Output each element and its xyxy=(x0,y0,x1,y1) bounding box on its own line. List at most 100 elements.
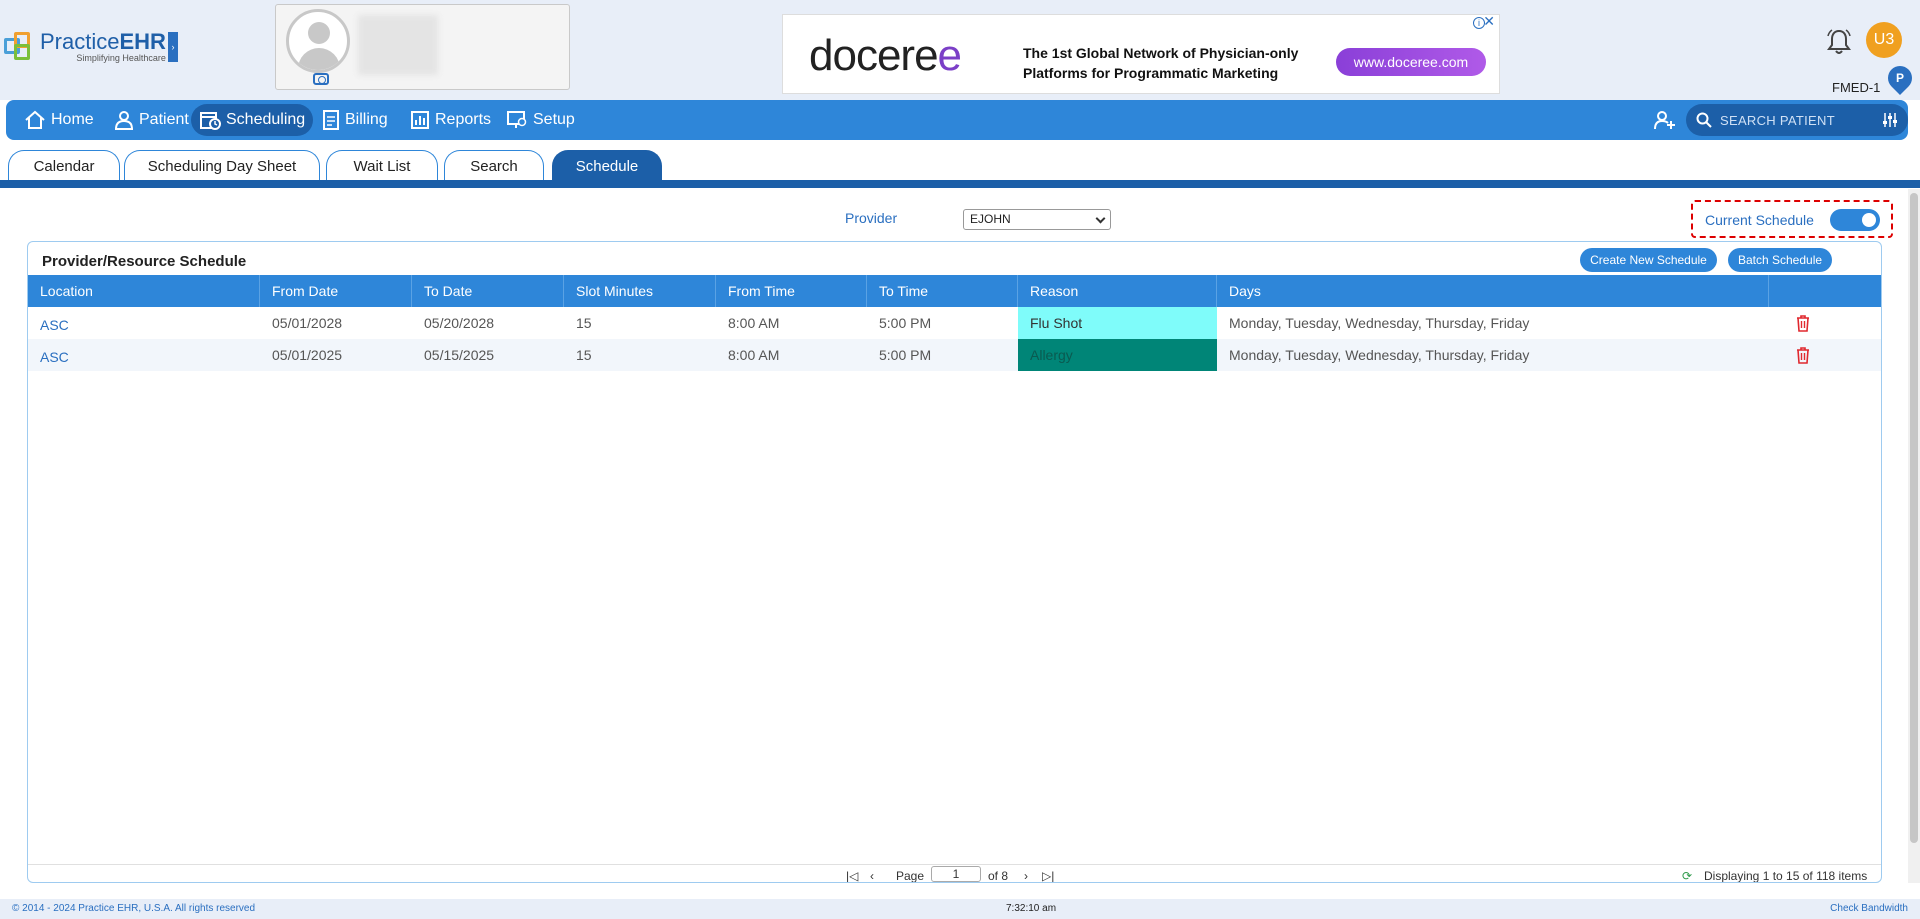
practice-ehr-logo[interactable]: PracticeEHR Simplifying Healthcare › xyxy=(4,30,178,64)
nav-setup[interactable]: Setup xyxy=(498,104,583,136)
facility-label[interactable]: FMED-1 xyxy=(1832,80,1880,95)
cell-from-time: 8:00 AM xyxy=(728,315,780,331)
column-header-slot-minutes[interactable]: Slot Minutes xyxy=(564,275,716,307)
tab-calendar[interactable]: Calendar xyxy=(8,150,120,181)
logo-tagline: Simplifying Healthcare xyxy=(76,53,166,63)
bar-chart-icon xyxy=(411,111,429,129)
delete-trash-icon[interactable] xyxy=(1796,347,1810,364)
document-icon xyxy=(323,110,339,130)
provider-label: Provider xyxy=(845,210,898,226)
app-header: PracticeEHR Simplifying Healthcare › doc… xyxy=(0,0,1920,100)
ad-link-button[interactable]: www.doceree.com xyxy=(1336,48,1486,76)
grid-header: Location From Date To Date Slot Minutes … xyxy=(28,275,1881,307)
cell-to-date: 05/15/2025 xyxy=(424,347,495,363)
nav-billing[interactable]: Billing xyxy=(314,104,396,136)
nav-setup-label: Setup xyxy=(533,111,575,128)
user-icon xyxy=(114,111,134,130)
main-navbar: Home Patient Scheduling Billing Reports … xyxy=(6,100,1908,140)
advertisement-banner[interactable]: doceree The 1st Global Network of Physic… xyxy=(782,13,1500,94)
cell-slot-minutes: 15 xyxy=(576,315,592,331)
nav-home-label: Home xyxy=(51,111,94,128)
nav-scheduling-label: Scheduling xyxy=(226,111,306,128)
logo-expand-icon[interactable]: › xyxy=(167,32,178,62)
pager-page-input[interactable]: 1 xyxy=(931,866,981,882)
footer-time: 7:32:10 am xyxy=(1006,903,1057,914)
pager-first-icon[interactable]: |◁ xyxy=(846,869,858,882)
cell-days: Monday, Tuesday, Wednesday, Thursday, Fr… xyxy=(1229,315,1530,331)
page-scrollbar[interactable] xyxy=(1908,189,1920,883)
check-bandwidth-link[interactable]: Check Bandwidth xyxy=(1830,899,1908,919)
ad-close-icon[interactable]: ✕ xyxy=(1483,13,1495,30)
column-header-reason[interactable]: Reason xyxy=(1018,275,1217,307)
nav-home[interactable]: Home xyxy=(16,104,102,136)
cell-from-date: 05/01/2028 xyxy=(272,315,343,331)
column-header-from-time[interactable]: From Time xyxy=(716,275,867,307)
cell-days: Monday, Tuesday, Wednesday, Thursday, Fr… xyxy=(1229,347,1530,363)
notification-bell-icon[interactable] xyxy=(1826,28,1852,56)
column-header-from-date[interactable]: From Date xyxy=(260,275,412,307)
column-header-location[interactable]: Location xyxy=(28,275,260,307)
logo-name-bold: EHR xyxy=(119,29,166,54)
calendar-clock-icon xyxy=(200,112,221,130)
patient-avatar xyxy=(286,9,350,73)
nav-patient[interactable]: Patient xyxy=(106,104,197,136)
cell-reason: Flu Shot xyxy=(1018,307,1217,339)
table-row[interactable]: ASC 05/01/2025 05/15/2025 15 8:00 AM 5:0… xyxy=(28,339,1881,373)
ad-brand-main: docere xyxy=(809,31,939,80)
monitor-gear-icon xyxy=(507,111,527,128)
pager-next-icon[interactable]: › xyxy=(1024,869,1028,882)
ad-text: The 1st Global Network of Physician-only… xyxy=(1023,43,1298,83)
pager-prev-icon[interactable]: ‹ xyxy=(870,869,874,882)
cell-location[interactable]: ASC xyxy=(28,309,69,341)
cell-to-date: 05/20/2028 xyxy=(424,315,495,331)
logo-name-light: Practice xyxy=(40,29,120,54)
cell-location[interactable]: ASC xyxy=(28,341,69,373)
table-row[interactable]: ASC 05/01/2028 05/20/2028 15 8:00 AM 5:0… xyxy=(28,307,1881,341)
refresh-icon[interactable]: ⟳ xyxy=(1682,869,1692,882)
column-header-days[interactable]: Days xyxy=(1217,275,1769,307)
app-footer: © 2014 - 2024 Practice EHR, U.S.A. All r… xyxy=(0,899,1920,919)
scrollbar-thumb[interactable] xyxy=(1910,193,1918,843)
search-icon xyxy=(1696,112,1712,128)
tab-schedule[interactable]: Schedule xyxy=(552,150,662,181)
location-pin-label: P xyxy=(1895,71,1904,85)
tab-search[interactable]: Search xyxy=(444,150,544,181)
filter-sliders-icon[interactable] xyxy=(1882,112,1898,128)
provider-select[interactable]: EJOHN xyxy=(963,209,1111,230)
schedule-panel: Provider/Resource Schedule Create New Sc… xyxy=(27,241,1882,883)
logo-mark-icon xyxy=(4,30,36,64)
search-patient-placeholder: SEARCH PATIENT xyxy=(1720,112,1835,128)
add-patient-icon[interactable] xyxy=(1652,108,1676,132)
tab-scheduling-day-sheet[interactable]: Scheduling Day Sheet xyxy=(124,150,320,181)
column-header-to-time[interactable]: To Time xyxy=(867,275,1018,307)
camera-icon[interactable] xyxy=(313,73,329,85)
location-pin-icon[interactable]: P xyxy=(1883,61,1917,95)
patient-card[interactable] xyxy=(275,4,570,90)
create-new-schedule-button[interactable]: Create New Schedule xyxy=(1580,248,1717,272)
home-icon xyxy=(25,110,45,129)
panel-title: Provider/Resource Schedule xyxy=(42,253,247,270)
current-schedule-label: Current Schedule xyxy=(1705,212,1814,228)
nav-scheduling[interactable]: Scheduling xyxy=(191,104,314,136)
nav-reports-label: Reports xyxy=(435,111,492,128)
search-patient-input[interactable]: SEARCH PATIENT xyxy=(1686,104,1908,136)
tab-wait-list[interactable]: Wait List xyxy=(326,150,438,181)
current-schedule-highlight: Current Schedule xyxy=(1691,200,1893,238)
pager-summary: Displaying 1 to 15 of 118 items xyxy=(1704,869,1868,883)
tab-strip xyxy=(0,180,1920,188)
patient-info-blurred xyxy=(358,15,438,75)
batch-schedule-button[interactable]: Batch Schedule xyxy=(1728,248,1832,272)
pager-of-label: of 8 xyxy=(988,869,1009,883)
user-avatar[interactable]: U3 xyxy=(1866,22,1902,58)
chevron-down-icon xyxy=(1095,213,1106,224)
pager-last-icon[interactable]: ▷| xyxy=(1042,869,1054,882)
cell-to-time: 5:00 PM xyxy=(879,315,932,331)
column-header-to-date[interactable]: To Date xyxy=(412,275,564,307)
cell-slot-minutes: 15 xyxy=(576,347,592,363)
nav-patient-label: Patient xyxy=(139,111,189,128)
nav-reports[interactable]: Reports xyxy=(402,104,499,136)
ad-brand-accent: e xyxy=(937,31,963,80)
current-schedule-toggle[interactable] xyxy=(1830,209,1880,231)
ad-brand-logo: doceree xyxy=(809,31,963,81)
delete-trash-icon[interactable] xyxy=(1796,315,1810,332)
